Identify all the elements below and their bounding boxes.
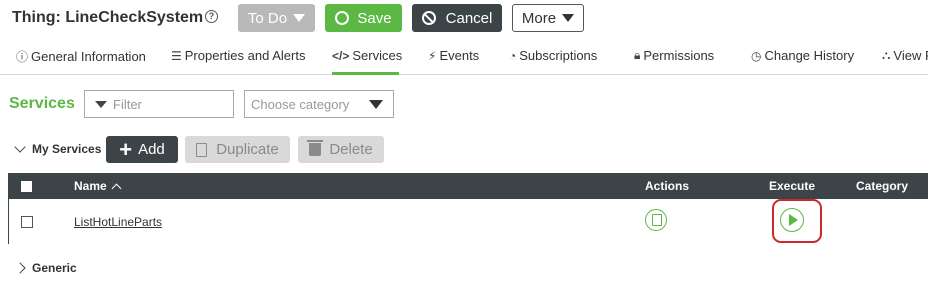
more-label: More [521,9,557,27]
clock-icon: ◷ [751,48,762,63]
tab-general-information[interactable]: ⓘ General Information [16,48,146,65]
tab-label: Services [352,48,403,63]
tab-change-history[interactable]: ◷ Change History [751,48,854,63]
save-button[interactable]: Save [325,4,402,32]
tab-permissions[interactable]: 🔒︎ Permissions [634,48,714,63]
add-button[interactable]: + Add [106,136,178,163]
caret-down-icon [562,14,575,22]
tab-label: View R [893,48,928,63]
filter-icon [95,100,107,108]
state-dropdown-button[interactable]: To Do [238,4,315,32]
chevron-down-icon[interactable] [14,141,26,153]
add-label: Add [138,141,165,158]
bolt-icon: ⚡ [428,48,437,63]
tab-properties-and-alerts[interactable]: ☰ Properties and Alerts [171,48,305,63]
question-circle-icon[interactable]: ? [205,10,218,23]
code-icon: </> [332,48,350,63]
tab-bar: ⓘ General Information ☰ Properties and A… [0,38,928,75]
cancel-button[interactable]: Cancel [412,4,502,32]
rss-icon: ◔ [509,48,517,63]
filter-input[interactable]: Filter [84,90,234,118]
category-select[interactable]: Choose category [244,90,394,118]
table-row: ListHotLineParts [9,199,928,244]
lock-icon: 🔒︎ [634,48,641,62]
duplicate-label: Duplicate [216,141,279,158]
generic-services-toggle[interactable]: Generic [32,261,77,275]
tab-label: Subscriptions [519,48,598,63]
more-button[interactable]: More [512,4,584,32]
copy-icon [196,142,208,157]
service-name-link[interactable]: ListHotLineParts [74,215,162,229]
delete-label: Delete [329,141,373,158]
category-placeholder: Choose category [251,96,350,112]
section-title: Services [9,95,75,112]
tab-label: General Information [31,49,146,64]
select-all-checkbox[interactable] [21,181,32,192]
trash-icon [307,140,324,156]
column-execute-header: Execute [769,179,816,193]
tab-services[interactable]: </> Services [332,48,402,63]
caret-down-icon [369,100,383,109]
plus-icon: + [119,136,133,162]
tab-label: Change History [764,48,855,63]
tab-label: Properties and Alerts [184,48,306,63]
tab-view-relationships[interactable]: ⛬ View R [882,48,928,63]
delete-button[interactable]: Delete [298,136,384,163]
ban-icon [421,11,436,25]
state-label: To Do [247,9,288,27]
info-circle-icon: ⓘ [16,50,29,64]
services-table: Name Actions Execute Category ListHotLin… [8,173,928,244]
play-icon[interactable] [780,208,804,232]
caret-down-icon [293,14,306,22]
column-category-header[interactable]: Category [856,179,908,193]
table-header: Name Actions Execute Category [9,174,928,199]
sort-ascending-icon [111,183,122,194]
sitemap-icon: ⛬ [882,48,891,62]
save-label: Save [357,9,392,27]
list-icon: ☰ [171,48,182,63]
duplicate-button[interactable]: Duplicate [185,136,290,163]
page-title: Thing: LineCheckSystem [12,9,204,26]
active-tab-indicator [332,72,399,75]
column-name-header[interactable]: Name [74,179,122,194]
tab-label: Permissions [643,48,715,63]
copy-action-icon[interactable] [645,209,667,231]
column-actions-header: Actions [645,179,690,193]
filter-placeholder: Filter [113,96,142,112]
header-bar: Thing: LineCheckSystem ? To Do Save Canc… [0,0,928,37]
tab-subscriptions[interactable]: ◔ Subscriptions [509,48,597,63]
row-checkbox[interactable] [21,216,33,228]
tab-events[interactable]: ⚡ Events [428,48,479,63]
circle-icon [335,11,350,25]
cancel-label: Cancel [445,9,493,27]
chevron-right-icon[interactable] [14,262,26,274]
my-services-toggle[interactable]: My Services [32,142,101,156]
column-label: Name [74,179,107,193]
tab-label: Events [439,48,480,63]
